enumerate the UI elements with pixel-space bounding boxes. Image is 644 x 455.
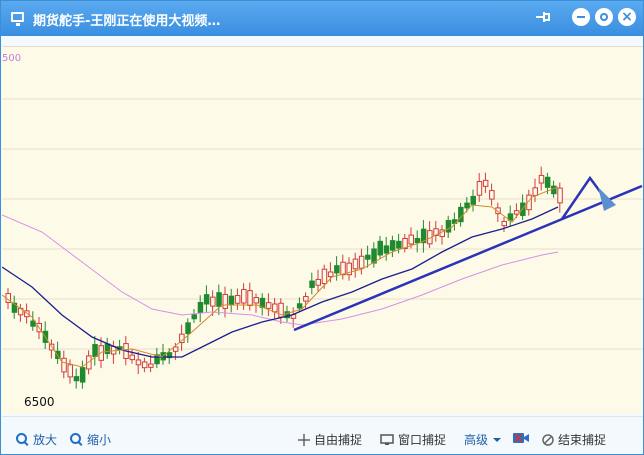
- candle: [414, 237, 421, 244]
- candle: [234, 295, 241, 304]
- candle: [383, 245, 390, 254]
- candle: [129, 354, 135, 361]
- pin-icon: [536, 12, 550, 22]
- window-icon: [380, 433, 394, 445]
- candle: [470, 195, 476, 205]
- candle: [185, 322, 191, 334]
- window-capture-button[interactable]: 窗口捕捉: [380, 431, 446, 448]
- free-capture-button[interactable]: 自由捕捉: [298, 431, 362, 448]
- advanced-label: 高级: [464, 433, 489, 447]
- low-price-label: 6500: [24, 395, 55, 409]
- minimize-button[interactable]: [572, 8, 590, 26]
- candle: [532, 187, 538, 196]
- end-capture-label: 结束捕捉: [558, 433, 607, 447]
- candle: [321, 268, 328, 285]
- close-button[interactable]: ×: [618, 8, 636, 26]
- candle: [315, 278, 321, 286]
- candle: [557, 187, 563, 204]
- candle: [61, 357, 67, 373]
- monitor-icon: [11, 12, 24, 26]
- candle: [135, 359, 142, 366]
- candle: [538, 174, 545, 184]
- candle: [92, 344, 98, 357]
- pin-button[interactable]: [534, 8, 552, 26]
- zoom-out-label: 缩小: [87, 433, 112, 447]
- candle: [73, 376, 80, 382]
- candle: [216, 292, 222, 307]
- candle: [389, 240, 396, 251]
- candle: [228, 295, 235, 305]
- candle: [172, 346, 179, 352]
- kline-chart: 500 6500: [2, 46, 643, 414]
- candle: [67, 364, 73, 378]
- capture-toolbar: 放大 缩小 自由捕捉 窗口捕捉 高级 结束捕捉: [2, 416, 643, 454]
- candle: [296, 303, 303, 309]
- candle: [358, 255, 365, 269]
- window-capture-label: 窗口捕捉: [398, 433, 447, 447]
- candle: [148, 363, 154, 368]
- candle: [141, 361, 148, 369]
- candle: [340, 261, 346, 276]
- title-bar: 期货舵手-王刚正在使用大视频… ×: [1, 1, 643, 36]
- candle: [352, 258, 359, 270]
- candle: [79, 367, 86, 383]
- candle: [265, 302, 272, 309]
- candle: [476, 180, 483, 196]
- free-capture-label: 自由捕捉: [314, 433, 363, 447]
- candle: [489, 190, 495, 200]
- candle: [327, 271, 334, 278]
- candle: [222, 293, 228, 309]
- candle: [501, 220, 507, 227]
- window-title: 期货舵手-王刚正在使用大视频…: [33, 14, 221, 29]
- candle: [30, 320, 36, 327]
- candle: [203, 294, 210, 305]
- magnifier-minus-icon: [70, 433, 83, 446]
- stop-circle-icon: [542, 433, 554, 446]
- candle: [408, 234, 414, 245]
- candle: [445, 220, 452, 233]
- chevron-down-icon: [493, 437, 502, 442]
- candle: [210, 296, 216, 307]
- camera-icon: [513, 433, 529, 443]
- zoom-in-label: 放大: [33, 433, 58, 447]
- candle: [396, 240, 402, 249]
- crosshair-icon: [298, 433, 310, 446]
- advanced-dropdown[interactable]: 高级: [464, 431, 502, 448]
- candle: [520, 202, 526, 216]
- candle: [104, 343, 111, 355]
- end-capture-button[interactable]: 结束捕捉: [542, 431, 606, 448]
- candle: [247, 290, 253, 307]
- ma-short-line: [2, 186, 559, 368]
- candle: [272, 303, 278, 313]
- candle: [253, 297, 259, 304]
- candle: [197, 301, 204, 314]
- candle: [309, 280, 315, 288]
- candle: [241, 288, 247, 304]
- candle: [365, 254, 371, 260]
- kline-chart-svg: [2, 98, 643, 389]
- zoom-in-button[interactable]: 放大: [16, 431, 57, 448]
- candle: [334, 265, 340, 274]
- candle: [191, 314, 197, 320]
- zoom-out-button[interactable]: 缩小: [70, 431, 111, 448]
- candle: [464, 202, 470, 209]
- candle: [544, 176, 551, 188]
- candle: [551, 185, 557, 195]
- top-price-label: 500: [2, 53, 22, 64]
- capture-window: 期货舵手-王刚正在使用大视频… × 500 6500 放大 缩小 自由捕捉 窗口…: [0, 0, 644, 455]
- candle: [303, 296, 309, 302]
- candle: [377, 240, 383, 256]
- ma-mid-line: [2, 206, 559, 358]
- magnifier-plus-icon: [16, 433, 29, 446]
- maximize-button[interactable]: [595, 8, 613, 26]
- record-button[interactable]: [512, 431, 530, 445]
- candle: [482, 179, 489, 187]
